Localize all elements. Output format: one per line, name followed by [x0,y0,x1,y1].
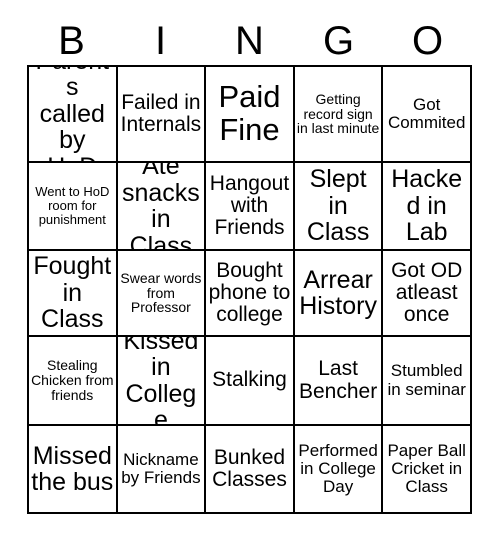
bingo-cell[interactable]: Ate snacks in Class [117,163,207,251]
bingo-cell-label: Getting record sign in last minute [296,90,380,137]
bingo-cell[interactable]: Stalking [206,337,295,426]
bingo-cell[interactable]: Fought in Class [29,251,118,337]
bingo-cell[interactable]: Stealing Chicken from friends [29,337,118,426]
bingo-cell-label: Parents called by HoD [35,67,109,161]
bingo-cell[interactable]: Arrear History [294,251,384,337]
bingo-cell-label: Paper Ball Cricket in Class [387,440,466,496]
bingo-cell-label: Kissed in College [123,337,199,426]
bingo-cell[interactable]: Parents called by HoD [29,67,118,163]
bingo-cell-label: Missed the bus [31,441,114,496]
bingo-cell[interactable]: Swear words from Professor [117,251,207,337]
bingo-cell[interactable]: Last Bencher [294,337,384,426]
bingo-cell-label: Got Commited [387,94,466,132]
bingo-cell-label: Nickname by Friends [121,449,201,487]
bingo-cell[interactable]: Slept in Class [294,163,384,251]
bingo-card: B I N G O Parents called by HoDFailed in Int… [0,0,500,544]
bingo-header-letter-o: O [411,18,444,63]
bingo-cell-label: Arrear History [299,265,377,320]
bingo-cell[interactable]: Got OD atleast once [383,251,472,337]
bingo-cell[interactable]: Hangout with Friends [206,163,295,251]
bingo-cell-label: Performed in College Day [298,440,378,496]
bingo-cell[interactable]: Bunked Classes [206,426,295,514]
bingo-header-letter-n: N [235,18,264,63]
bingo-cell[interactable]: Kissed in College [117,337,207,426]
bingo-header-letter-b: B [58,18,85,63]
bingo-cell[interactable]: Bought phone to college [206,251,295,337]
bingo-cell[interactable]: Hacked in Lab [383,163,472,251]
bingo-cell-label: Hangout with Friends [209,171,290,240]
bingo-cell-label: Fought in Class [33,252,112,334]
bingo-cell-label: Stalking [212,368,287,392]
bingo-cell-label: Went to HoD room for punishment [35,184,110,227]
bingo-grid: Parents called by HoDFailed in Internals… [27,65,472,514]
bingo-cell-label: Bought phone to college [208,258,291,327]
bingo-cell-label: Stealing Chicken from friends [31,357,114,403]
bingo-cell[interactable]: Got Commited [383,67,472,163]
bingo-cell[interactable]: Nickname by Friends [117,426,207,514]
bingo-cell[interactable]: Paid Fine [206,67,295,163]
bingo-cell[interactable]: Stumbled in seminar [383,337,472,426]
bingo-cell[interactable]: Missed the bus [29,426,118,514]
bingo-cell[interactable]: Paper Ball Cricket in Class [383,426,472,514]
bingo-cell-label: Got OD atleast once [391,258,463,327]
bingo-cell[interactable]: Went to HoD room for punishment [29,163,118,251]
bingo-header-letter-i: I [154,18,167,63]
bingo-cell-label: Swear words from Professor [120,269,202,316]
bingo-cell-label: Ate snacks in Class [121,163,200,251]
bingo-cell-label: Bunked Classes [212,445,287,491]
bingo-cell-label: Stumbled in seminar [387,361,466,399]
bingo-cell-label: Last Bencher [298,357,378,403]
bingo-cell-label: Failed in Internals [120,90,202,136]
bingo-cell-label: Paid Fine [218,79,281,147]
bingo-cell[interactable]: Performed in College Day [294,426,384,514]
bingo-cell-label: Slept in Class [306,165,370,247]
bingo-header: BINGO [27,16,472,65]
bingo-header-letter-g: G [322,18,355,63]
bingo-cell[interactable]: Failed in Internals [117,67,207,163]
bingo-cell[interactable]: Getting record sign in last minute [294,67,384,163]
bingo-cell-label: Hacked in Lab [391,165,463,247]
